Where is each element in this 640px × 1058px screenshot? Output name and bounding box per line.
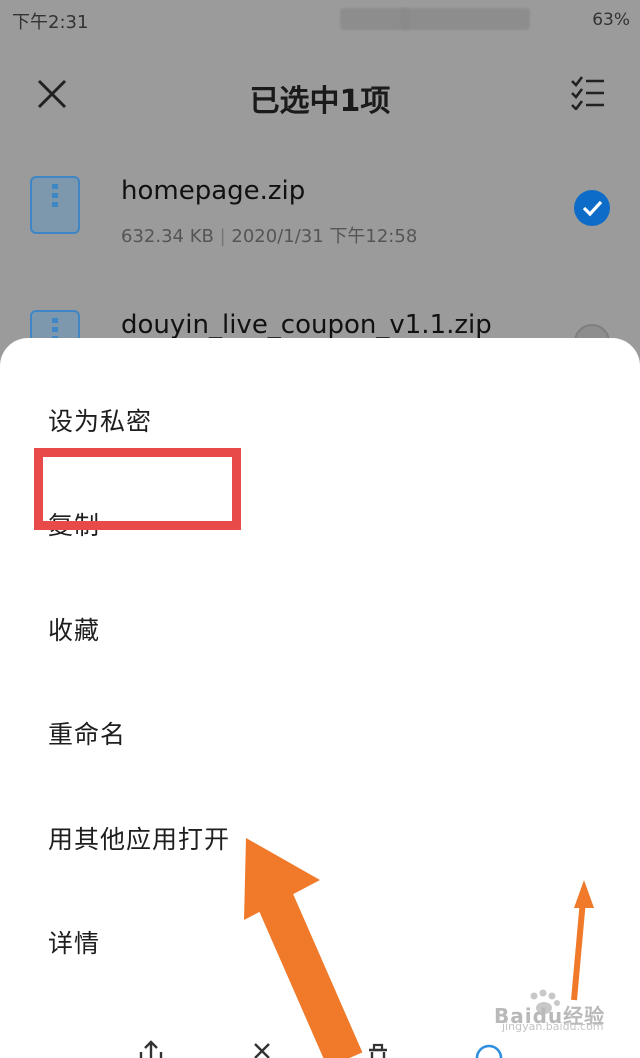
bottom-toolbar: [0, 1040, 640, 1058]
close-icon[interactable]: [249, 1040, 279, 1058]
menu-item-details[interactable]: 详情: [48, 924, 100, 960]
page-title: 已选中1项: [249, 84, 391, 119]
file-row[interactable]: homepage.zip 632.34 KB | 2020/1/31 下午12:…: [0, 176, 640, 296]
watermark-url: jingyan.baidu.com: [502, 1020, 604, 1033]
share-icon[interactable]: [136, 1040, 166, 1058]
file-size: 632.34 KB: [121, 226, 214, 247]
battery-level: 63%: [592, 10, 630, 30]
menu-item-favorite[interactable]: 收藏: [48, 611, 100, 647]
status-blur: [400, 8, 530, 30]
zip-file-icon: [30, 176, 80, 234]
checkmark-icon: [582, 200, 603, 217]
action-sheet: 设为私密 复制 收藏 重命名 用其他应用打开 详情: [0, 338, 640, 1058]
status-bar: 下午2:31 63%: [0, 0, 640, 40]
menu-item-rename[interactable]: 重命名: [48, 715, 126, 751]
status-time: 下午2:31: [12, 12, 89, 33]
file-checkbox-checked[interactable]: [574, 190, 610, 226]
menu-item-open-with[interactable]: 用其他应用打开: [48, 820, 230, 856]
select-all-icon[interactable]: [570, 74, 606, 110]
title-bar: 已选中1项: [0, 50, 640, 134]
file-date: 2020/1/31 下午12:58: [231, 226, 418, 247]
menu-item-set-private[interactable]: 设为私密: [48, 402, 152, 438]
more-icon[interactable]: [474, 1040, 504, 1058]
file-name: homepage.zip: [121, 176, 306, 206]
file-name: douyin_live_coupon_v1.1.zip: [121, 310, 492, 340]
highlight-box: [34, 448, 241, 530]
delete-icon[interactable]: [363, 1040, 393, 1058]
file-meta: 632.34 KB | 2020/1/31 下午12:58: [121, 226, 418, 247]
